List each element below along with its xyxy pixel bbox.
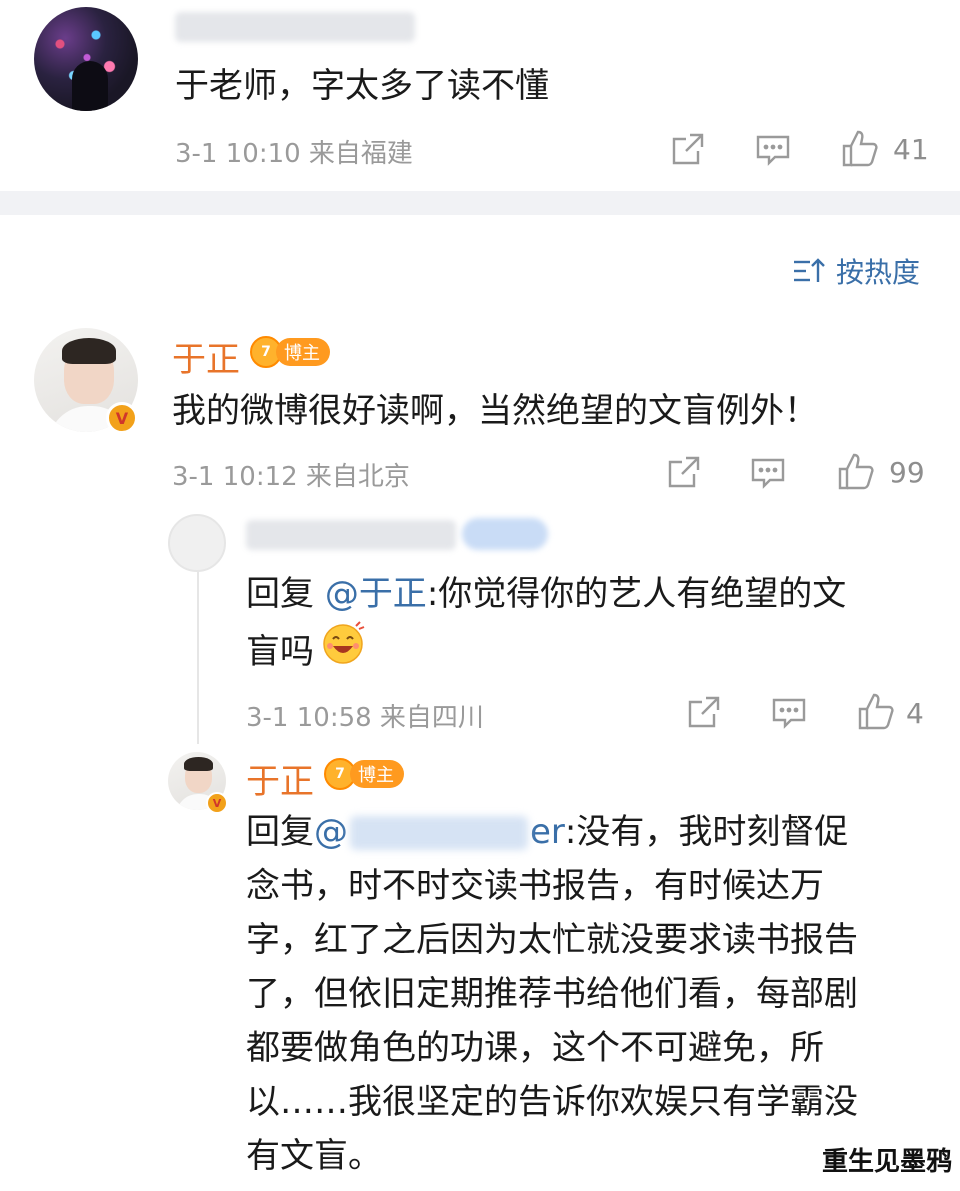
- mention-link-end[interactable]: er: [530, 804, 565, 861]
- thread-line: [197, 566, 199, 744]
- reply-2-line2: 念书，时不时交读书报告，有时候达万: [246, 866, 824, 906]
- reply-2-line1: 回复 @ er:没有，我时刻督促: [246, 804, 848, 861]
- badge-reply-1-blurred: [462, 518, 548, 550]
- like-icon[interactable]: [836, 452, 876, 492]
- reply-2-line5: 都要做角色的功课，这个不可避免，所: [246, 1028, 824, 1068]
- like-icon[interactable]: [856, 692, 896, 732]
- watermark-text: 重生见墨鸦: [822, 1147, 953, 1177]
- reply-2-line3: 字，红了之后因为太忙就没要求读书报告: [246, 920, 858, 960]
- likes-count-reply-1: 4: [906, 697, 924, 730]
- comment-main-text: 我的微博很好读啊，当然绝望的文盲例外！: [172, 391, 818, 431]
- comment-top-meta: 3-1 10:10 来自福建: [175, 139, 413, 169]
- mention-blurred: [350, 815, 528, 850]
- share-icon[interactable]: [670, 131, 706, 167]
- username-main[interactable]: 于正: [172, 332, 240, 381]
- likes-count-main: 99: [889, 456, 925, 489]
- mention-link-start[interactable]: @: [314, 804, 348, 861]
- comment-main-meta: 3-1 10:12 来自北京: [172, 462, 410, 492]
- username-top-blurred: [175, 12, 415, 42]
- comment-icon[interactable]: [755, 132, 791, 168]
- verified-icon: V: [206, 792, 228, 814]
- laugh-emoji-icon: [320, 620, 366, 684]
- comment-top-text: 于老师，字太多了读不懂: [175, 66, 549, 106]
- avatar-reply-1[interactable]: [168, 514, 226, 572]
- badge-label-reply-2: 博主: [350, 760, 404, 788]
- like-icon[interactable]: [840, 129, 880, 169]
- share-icon[interactable]: [686, 694, 722, 730]
- avatar-top[interactable]: [34, 7, 138, 111]
- blogger-badge: 7 博主: [250, 336, 330, 368]
- sort-icon: [792, 256, 826, 286]
- reply-2-line4: 了，但依旧定期推荐书给他们看，每部剧: [246, 974, 858, 1014]
- sort-label: 按热度: [836, 256, 921, 289]
- reply-2-prefix: 回复: [246, 812, 314, 852]
- username-reply-1-blurred: [246, 520, 456, 550]
- username-reply-2[interactable]: 于正: [246, 754, 314, 803]
- mention-link[interactable]: @于正: [325, 574, 427, 614]
- reply-2-line6: 以……我很坚定的告诉你欢娱只有学霸没: [246, 1082, 858, 1122]
- reply-2-line1-text: :没有，我时刻督促: [564, 812, 849, 852]
- reply-1-text-line1: 回复 @于正:你觉得你的艺人有绝望的文: [246, 566, 846, 623]
- section-divider: [0, 191, 960, 215]
- reply-1-text: :你觉得你的艺人有绝望的文: [426, 574, 847, 614]
- reply-1-meta: 3-1 10:58 来自四川: [246, 703, 484, 733]
- badge-label: 博主: [276, 338, 330, 366]
- sort-button[interactable]: 按热度: [792, 251, 920, 291]
- share-icon[interactable]: [666, 454, 702, 490]
- reply-1-text-end: 盲吗: [246, 631, 314, 672]
- blogger-badge-reply-2: 7 博主: [324, 758, 404, 790]
- reply-1-prefix: 回复: [246, 574, 325, 614]
- likes-count-top: 41: [893, 133, 929, 166]
- comment-icon[interactable]: [771, 695, 807, 731]
- reply-2-line7: 有文盲。: [246, 1136, 382, 1176]
- comment-icon[interactable]: [750, 455, 786, 491]
- reply-1-text-line2: 盲吗: [246, 620, 366, 684]
- verified-icon: V: [106, 402, 138, 434]
